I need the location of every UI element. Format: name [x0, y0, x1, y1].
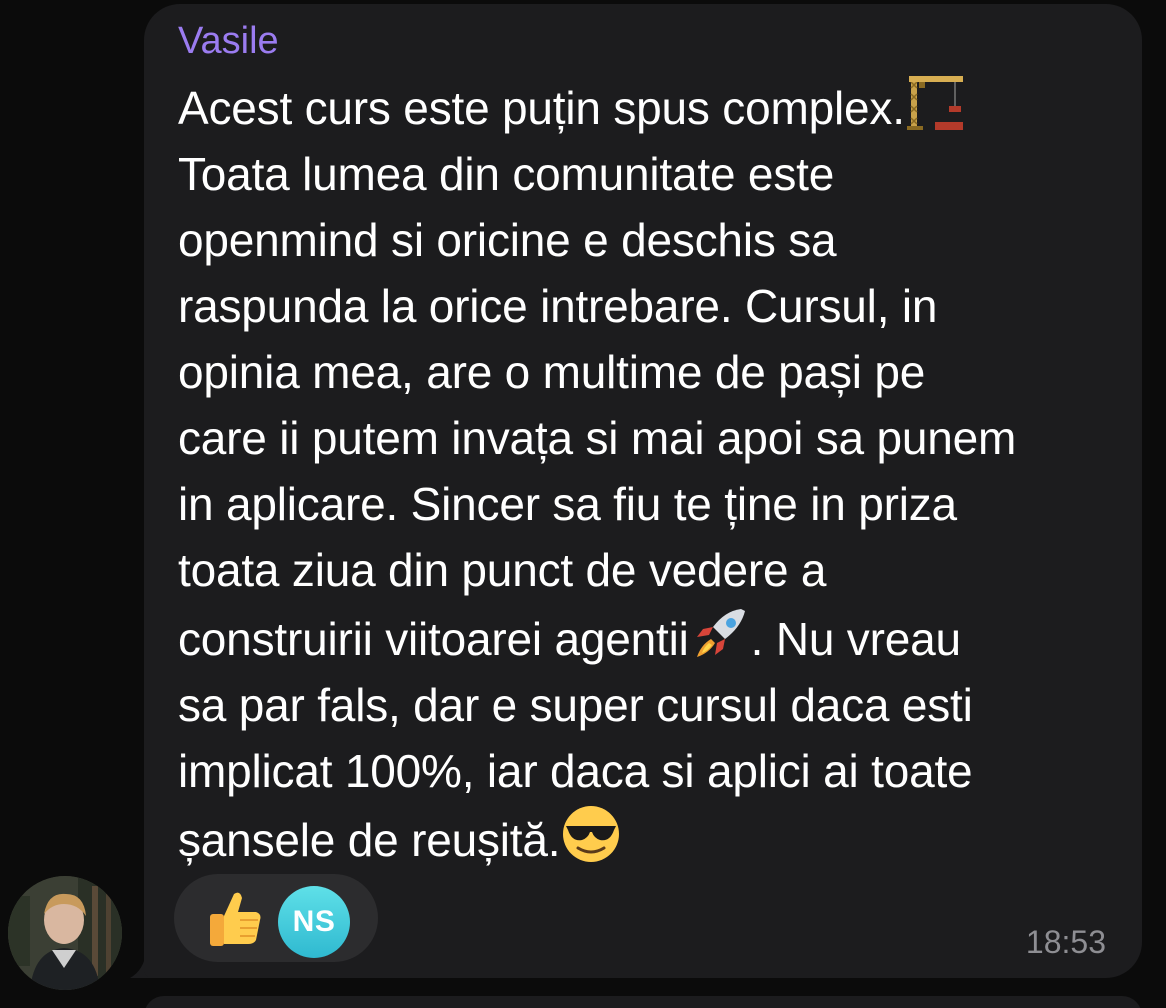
- sender-avatar[interactable]: [8, 876, 122, 990]
- message-line-6: care ii putem invața si mai apoi sa pune…: [178, 412, 1017, 464]
- message-line-4: raspunda la orice intrebare. Cursul, in: [178, 280, 938, 332]
- reactions-pill[interactable]: NS: [174, 874, 378, 962]
- rocket-emoji: [696, 609, 745, 657]
- message-time: 18:53: [1025, 924, 1106, 960]
- message-line-2: Toata lumea din comunitate este: [178, 148, 835, 200]
- message-line-5: opinia mea, are o multime de pași pe: [178, 346, 926, 398]
- sunglasses-face-emoji: [563, 806, 620, 862]
- message-line-3: openmind si oricine e deschis sa: [178, 214, 837, 266]
- message-line-12: șansele de reușită.: [178, 814, 561, 866]
- message-bubble[interactable]: Vasile Acest curs este puțin spus comple…: [144, 4, 1142, 978]
- message-line-11: implicat 100%, iar daca si aplici ai toa…: [178, 745, 973, 797]
- thumbs-up-emoji[interactable]: [204, 886, 266, 950]
- sender-name[interactable]: Vasile: [178, 18, 279, 64]
- message-row: Vasile Acest curs este puțin spus comple…: [0, 0, 1166, 1008]
- message-line-9-cont: . Nu vreau: [750, 613, 961, 665]
- message-line-1: Acest curs este puțin spus complex.: [178, 82, 905, 134]
- message-line-9: construirii viitoarei agentii: [178, 613, 689, 665]
- message-line-10: sa par fals, dar e super cursul daca est…: [178, 679, 973, 731]
- next-message-bubble-edge: [144, 996, 1142, 1008]
- message-line-8: toata ziua din punct de vedere a: [178, 544, 827, 596]
- message-text: Acest curs este puțin spus complex. Toat…: [178, 72, 1126, 873]
- reactor-avatar[interactable]: NS: [278, 886, 350, 958]
- message-line-7: in aplicare. Sincer sa fiu te ține in pr…: [178, 478, 957, 530]
- construction-crane-emoji: [906, 76, 963, 130]
- chat-view: Vasile Acest curs este puțin spus comple…: [0, 0, 1166, 1008]
